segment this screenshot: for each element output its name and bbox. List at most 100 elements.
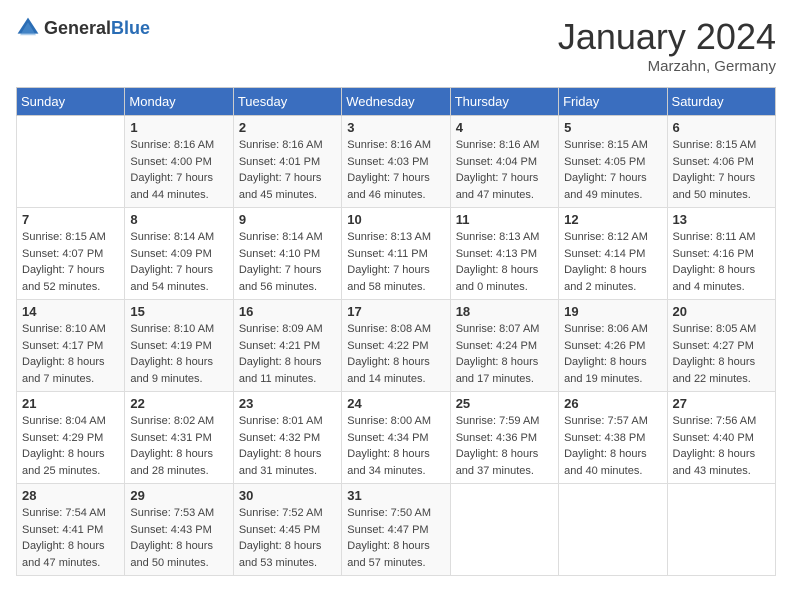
day-detail: Sunrise: 7:57 AM <box>564 413 661 430</box>
calendar-cell <box>450 484 558 576</box>
day-detail: Sunset: 4:03 PM <box>347 154 444 171</box>
day-detail: Daylight: 8 hours and 19 minutes. <box>564 354 661 387</box>
day-detail: Daylight: 8 hours and 7 minutes. <box>22 354 119 387</box>
day-info: Sunrise: 8:05 AMSunset: 4:27 PMDaylight:… <box>673 321 770 387</box>
day-detail: Sunrise: 7:52 AM <box>239 505 336 522</box>
day-info: Sunrise: 8:16 AMSunset: 4:00 PMDaylight:… <box>130 137 227 203</box>
day-detail: Sunset: 4:19 PM <box>130 338 227 355</box>
day-number: 20 <box>673 304 770 319</box>
day-detail: Sunrise: 8:04 AM <box>22 413 119 430</box>
day-info: Sunrise: 7:54 AMSunset: 4:41 PMDaylight:… <box>22 505 119 571</box>
day-detail: Daylight: 8 hours and 17 minutes. <box>456 354 553 387</box>
day-detail: Sunset: 4:34 PM <box>347 430 444 447</box>
day-number: 16 <box>239 304 336 319</box>
day-number: 25 <box>456 396 553 411</box>
day-detail: Sunrise: 8:16 AM <box>347 137 444 154</box>
day-number: 8 <box>130 212 227 227</box>
day-info: Sunrise: 8:02 AMSunset: 4:31 PMDaylight:… <box>130 413 227 479</box>
day-info: Sunrise: 8:10 AMSunset: 4:19 PMDaylight:… <box>130 321 227 387</box>
day-detail: Daylight: 7 hours and 47 minutes. <box>456 170 553 203</box>
day-detail: Sunset: 4:36 PM <box>456 430 553 447</box>
day-number: 9 <box>239 212 336 227</box>
day-info: Sunrise: 8:00 AMSunset: 4:34 PMDaylight:… <box>347 413 444 479</box>
day-number: 29 <box>130 488 227 503</box>
day-detail: Daylight: 8 hours and 25 minutes. <box>22 446 119 479</box>
day-detail: Sunrise: 8:01 AM <box>239 413 336 430</box>
day-detail: Sunset: 4:04 PM <box>456 154 553 171</box>
calendar-cell: 9Sunrise: 8:14 AMSunset: 4:10 PMDaylight… <box>233 208 341 300</box>
calendar-cell: 10Sunrise: 8:13 AMSunset: 4:11 PMDayligh… <box>342 208 450 300</box>
day-info: Sunrise: 8:15 AMSunset: 4:07 PMDaylight:… <box>22 229 119 295</box>
day-detail: Sunset: 4:05 PM <box>564 154 661 171</box>
calendar-cell: 30Sunrise: 7:52 AMSunset: 4:45 PMDayligh… <box>233 484 341 576</box>
day-info: Sunrise: 8:09 AMSunset: 4:21 PMDaylight:… <box>239 321 336 387</box>
calendar-cell: 16 Sunrise: 8:09 AMSunset: 4:21 PMDayligh… <box>233 300 341 392</box>
day-number: 22 <box>130 396 227 411</box>
day-detail: Sunrise: 8:15 AM <box>564 137 661 154</box>
calendar-cell: 26Sunrise: 7:57 AMSunset: 4:38 PMDayligh… <box>559 392 667 484</box>
day-detail: Sunset: 4:32 PM <box>239 430 336 447</box>
day-info: Sunrise: 7:56 AMSunset: 4:40 PMDaylight:… <box>673 413 770 479</box>
calendar-cell: 2Sunrise: 8:16 AMSunset: 4:01 PMDaylight… <box>233 116 341 208</box>
day-info: Sunrise: 8:13 AMSunset: 4:11 PMDaylight:… <box>347 229 444 295</box>
title-block: January 2024 Marzahn, Germany <box>558 16 776 75</box>
day-info: Sunrise: 8:08 AMSunset: 4:22 PMDaylight:… <box>347 321 444 387</box>
calendar-cell: 17Sunrise: 8:08 AMSunset: 4:22 PMDayligh… <box>342 300 450 392</box>
day-of-week-monday: Monday <box>125 88 233 116</box>
day-of-week-sunday: Sunday <box>17 88 125 116</box>
day-detail: Sunset: 4:40 PM <box>673 430 770 447</box>
calendar-cell: 11Sunrise: 8:13 AMSunset: 4:13 PMDayligh… <box>450 208 558 300</box>
day-detail: Sunrise: 8:14 AM <box>239 229 336 246</box>
day-detail: Daylight: 8 hours and 34 minutes. <box>347 446 444 479</box>
day-number: 27 <box>673 396 770 411</box>
day-detail: Sunrise: 8:15 AM <box>22 229 119 246</box>
day-of-week-friday: Friday <box>559 88 667 116</box>
calendar-cell: 22 Sunrise: 8:02 AMSunset: 4:31 PMDayligh… <box>125 392 233 484</box>
calendar-cell: 15Sunrise: 8:10 AMSunset: 4:19 PMDayligh… <box>125 300 233 392</box>
day-info: Sunrise: 7:57 AMSunset: 4:38 PMDaylight:… <box>564 413 661 479</box>
day-detail: Daylight: 7 hours and 49 minutes. <box>564 170 661 203</box>
calendar-cell: 5Sunrise: 8:15 AMSunset: 4:05 PMDaylight… <box>559 116 667 208</box>
logo: GeneralBlue <box>16 16 150 40</box>
day-info: Sunrise: 8:10 AMSunset: 4:17 PMDaylight:… <box>22 321 119 387</box>
day-detail: Daylight: 8 hours and 14 minutes. <box>347 354 444 387</box>
page-header: GeneralBlue January 2024 Marzahn, German… <box>16 16 776 75</box>
day-detail: Sunset: 4:16 PM <box>673 246 770 263</box>
calendar-body: 1Sunrise: 8:16 AMSunset: 4:00 PMDaylight… <box>17 116 776 576</box>
calendar-cell: 20 Sunrise: 8:05 AMSunset: 4:27 PMDayligh… <box>667 300 775 392</box>
day-number: 19 <box>564 304 661 319</box>
day-number: 2 <box>239 120 336 135</box>
calendar-cell: 23Sunrise: 8:01 AMSunset: 4:32 PMDayligh… <box>233 392 341 484</box>
day-detail: Sunset: 4:07 PM <box>22 246 119 263</box>
day-number: 31 <box>347 488 444 503</box>
day-info: Sunrise: 8:04 AMSunset: 4:29 PMDaylight:… <box>22 413 119 479</box>
day-info: Sunrise: 7:50 AMSunset: 4:47 PMDaylight:… <box>347 505 444 571</box>
day-number: 4 <box>456 120 553 135</box>
day-detail: Sunrise: 7:59 AM <box>456 413 553 430</box>
day-detail: Sunrise: 8:02 AM <box>130 413 227 430</box>
day-detail: Sunset: 4:14 PM <box>564 246 661 263</box>
day-detail: Sunrise: 8:16 AM <box>239 137 336 154</box>
calendar-cell: 21Sunrise: 8:04 AMSunset: 4:29 PMDayligh… <box>17 392 125 484</box>
day-detail: Daylight: 8 hours and 37 minutes. <box>456 446 553 479</box>
calendar-cell: 3Sunrise: 8:16 AMSunset: 4:03 PMDaylight… <box>342 116 450 208</box>
calendar-cell: 18Sunrise: 8:07 AMSunset: 4:24 PMDayligh… <box>450 300 558 392</box>
day-number: 6 <box>673 120 770 135</box>
day-number: 14 <box>22 304 119 319</box>
day-detail: Daylight: 8 hours and 53 minutes. <box>239 538 336 571</box>
calendar-cell <box>667 484 775 576</box>
day-of-week-wednesday: Wednesday <box>342 88 450 116</box>
day-detail: Sunset: 4:21 PM <box>239 338 336 355</box>
month-title: January 2024 <box>558 16 776 58</box>
location: Marzahn, Germany <box>558 58 776 75</box>
day-detail: Daylight: 8 hours and 11 minutes. <box>239 354 336 387</box>
day-detail: Sunset: 4:26 PM <box>564 338 661 355</box>
day-info: Sunrise: 7:59 AMSunset: 4:36 PMDaylight:… <box>456 413 553 479</box>
calendar-table: SundayMondayTuesdayWednesdayThursdayFrid… <box>16 87 776 576</box>
day-detail: Sunrise: 8:11 AM <box>673 229 770 246</box>
day-detail: Daylight: 8 hours and 2 minutes. <box>564 262 661 295</box>
calendar-cell: 4Sunrise: 8:16 AMSunset: 4:04 PMDaylight… <box>450 116 558 208</box>
calendar-cell: 19Sunrise: 8:06 AMSunset: 4:26 PMDayligh… <box>559 300 667 392</box>
calendar-cell: 7Sunrise: 8:15 AMSunset: 4:07 PMDaylight… <box>17 208 125 300</box>
day-number: 30 <box>239 488 336 503</box>
